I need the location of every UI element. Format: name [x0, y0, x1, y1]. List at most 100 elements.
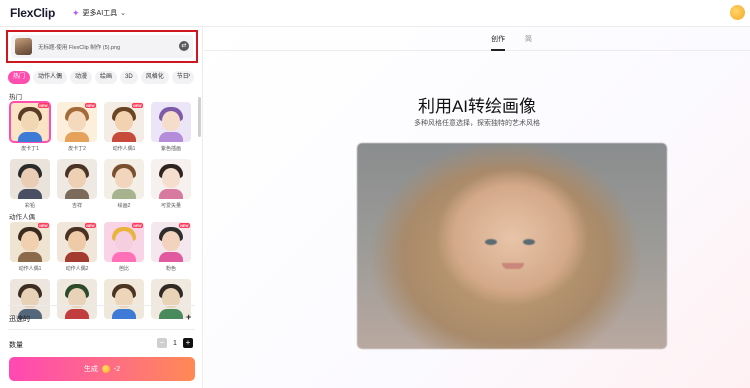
thumbnail-body	[159, 309, 183, 319]
expand-plus-icon[interactable]: +	[186, 313, 191, 322]
style-thumbnail	[57, 159, 97, 199]
style-tab[interactable]: 3D	[120, 71, 138, 84]
style-thumbnail: NEW	[57, 102, 97, 142]
active-tab-indicator	[491, 49, 505, 51]
style-card-label: 可爱矢量	[160, 203, 181, 209]
preview-image	[357, 143, 667, 349]
chevron-right-icon[interactable]: ›	[188, 72, 190, 79]
style-card-label: 动作人偶1	[112, 146, 136, 152]
style-card-label: 紫色插画	[160, 146, 181, 152]
top-bar: FlexClip ✦ 更多AI工具 ⌄	[0, 0, 750, 27]
style-thumbnail	[151, 102, 191, 142]
style-card[interactable]: 绘画2	[104, 159, 144, 209]
divider	[8, 329, 195, 330]
style-card-label: 绘画2	[117, 203, 131, 209]
preview-mouth	[502, 263, 524, 269]
thumbnail-body	[65, 132, 89, 142]
thumbnail-body	[159, 189, 183, 199]
thumbnail-body	[65, 252, 89, 262]
style-tab[interactable]: 绘画	[95, 71, 118, 84]
replace-image-icon[interactable]: ⇄	[179, 41, 189, 51]
chevron-down-icon: ⌄	[120, 10, 127, 17]
section-title-figures: 动作人偶	[9, 214, 35, 221]
style-card[interactable]: NEW 粉色	[151, 222, 191, 272]
style-card[interactable]: NEW 动作人偶2	[57, 222, 97, 272]
quantity-label: 数量	[9, 342, 23, 349]
more-ai-tools-menu[interactable]: ✦ 更多AI工具 ⌄	[72, 8, 126, 18]
thumbnail-body	[112, 132, 136, 142]
style-tab[interactable]: 风格化	[140, 71, 169, 84]
credit-coin-icon	[101, 365, 110, 373]
style-card-label: 动作人偶1	[18, 266, 42, 272]
style-tab[interactable]: 热门	[8, 71, 31, 84]
generate-label: 生成	[83, 366, 98, 373]
new-badge: NEW	[131, 223, 143, 228]
new-badge: NEW	[178, 223, 190, 228]
thumbnail-face	[115, 168, 133, 188]
style-card-label: 粉色	[165, 266, 176, 272]
scrollbar[interactable]	[198, 97, 201, 137]
thumbnail-face	[115, 231, 133, 251]
style-card[interactable]: NEW 芭比	[104, 222, 144, 272]
quantity-stepper: − 1 +	[157, 338, 193, 348]
style-card-label: 彩铅	[24, 203, 35, 209]
style-card[interactable]: NEW 动作人偶1	[104, 102, 144, 152]
thumbnail-face	[162, 231, 180, 251]
thumbnail-face	[162, 111, 180, 131]
style-card-label: 动作人偶2	[65, 266, 89, 272]
thumbnail-face	[21, 168, 39, 188]
style-tab[interactable]: 动漫	[70, 71, 93, 84]
style-card[interactable]	[104, 279, 144, 322]
thumbnail-face	[162, 168, 180, 188]
thumbnail-body	[65, 189, 89, 199]
style-thumbnail: NEW	[10, 222, 50, 262]
style-card[interactable]: 吉祥	[57, 159, 97, 209]
sparkle-icon: ✦	[72, 7, 80, 18]
thumbnail-face	[21, 231, 39, 251]
style-card[interactable]: NEW 皮卡丁1	[9, 101, 51, 152]
settings-panel: 无标题-使用 FlexClip 制作 (5).png ⇄ 热门 动作人偶 动漫 绘画 3…	[0, 27, 203, 388]
style-thumbnail	[104, 159, 144, 199]
style-thumbnail	[104, 279, 144, 319]
user-avatar[interactable]	[730, 5, 745, 20]
section-title-popular: 热门	[9, 94, 22, 101]
flexclip-logo[interactable]: FlexClip	[10, 6, 55, 20]
style-thumbnail: NEW	[9, 101, 51, 143]
preview-eye-left	[485, 239, 497, 245]
thumbnail-body	[18, 132, 42, 142]
quantity-value: 1	[173, 339, 177, 347]
style-card-label: 吉祥	[71, 203, 82, 209]
style-card[interactable]: 彩铅	[10, 159, 50, 209]
main-tabs: 创作 简	[204, 27, 750, 51]
style-card[interactable]: 可爱矢量	[151, 159, 191, 209]
thumbnail-body	[112, 252, 136, 262]
style-tab[interactable]: 动作人偶	[33, 71, 68, 84]
increase-quantity-button[interactable]: +	[183, 338, 193, 348]
style-card[interactable]: NEW 皮卡丁2	[57, 102, 97, 152]
new-badge: NEW	[131, 103, 143, 108]
style-card-label: 芭比	[118, 266, 129, 272]
figure-style-grid: NEW 动作人偶1 NEW 动作人偶2 NEW 芭比 NEW 粉色	[10, 222, 191, 322]
style-card[interactable]: NEW 动作人偶1	[10, 222, 50, 272]
style-card[interactable]	[57, 279, 97, 322]
style-tab[interactable]: 节日	[171, 71, 194, 84]
generate-button[interactable]: 生成 -2	[9, 357, 195, 381]
advanced-label: 迅速的	[9, 316, 30, 323]
decrease-quantity-button[interactable]: −	[157, 338, 167, 348]
new-badge: NEW	[84, 103, 96, 108]
uploaded-file-name: 无标题-使用 FlexClip 制作 (5).png	[38, 45, 121, 51]
new-badge: NEW	[84, 223, 96, 228]
style-thumbnail: NEW	[151, 222, 191, 262]
style-card[interactable]: 紫色插画	[151, 102, 191, 152]
style-thumbnail: NEW	[104, 222, 144, 262]
uploaded-image-field[interactable]: 无标题-使用 FlexClip 制作 (5).png ⇄	[11, 35, 193, 58]
thumbnail-body	[112, 309, 136, 319]
tab-simple[interactable]: 简	[525, 34, 532, 44]
tab-create[interactable]: 创作	[491, 34, 505, 44]
style-thumbnail	[10, 159, 50, 199]
style-card[interactable]	[151, 279, 191, 322]
thumbnail-body	[18, 252, 42, 262]
thumbnail-face	[115, 111, 133, 131]
thumbnail-face	[68, 111, 86, 131]
page-subtitle: 多种风格任意选择，探索独特的艺术风格	[414, 120, 540, 127]
